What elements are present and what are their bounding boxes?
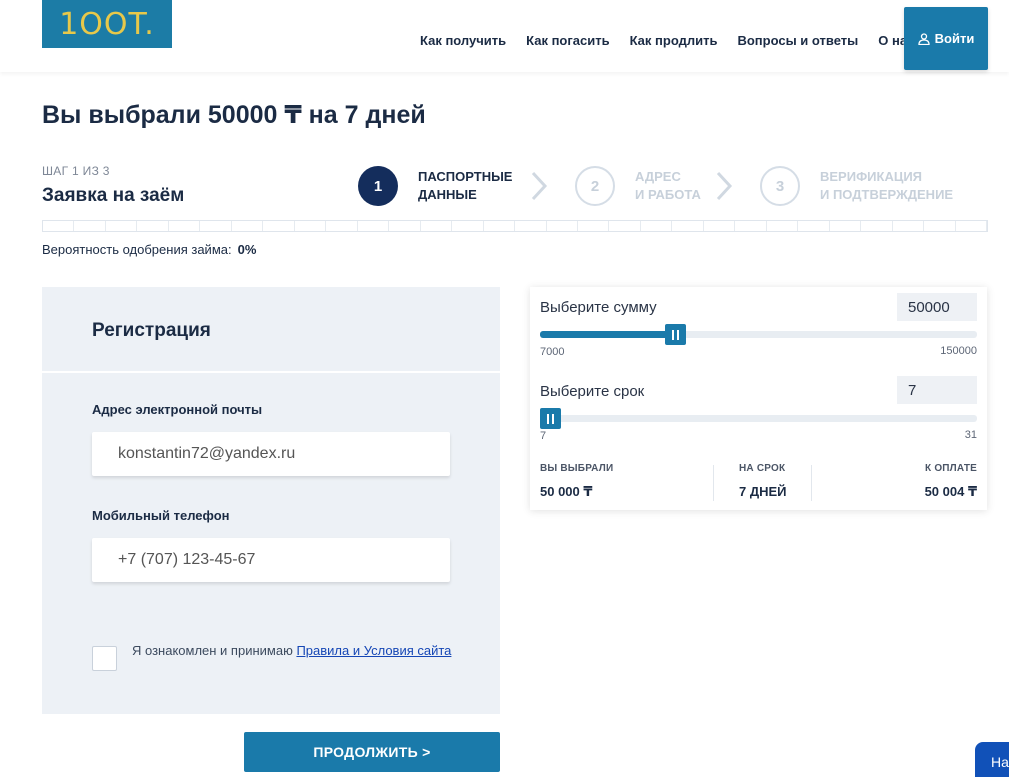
step-number: 2 [575, 166, 615, 206]
step-heading: Заявка на заём [42, 185, 185, 206]
progress-segment [956, 221, 988, 231]
approval-probability: Вероятность одобрения займа: 0% [42, 242, 256, 257]
step-number: 3 [760, 166, 800, 206]
progress-segment [389, 221, 421, 231]
approval-value: 0% [237, 242, 257, 257]
progress-segment [326, 221, 358, 231]
progress-segment [672, 221, 704, 231]
progress-segment [137, 221, 169, 231]
term-slider-handle[interactable] [540, 408, 561, 429]
progress-segment [861, 221, 893, 231]
summary-divider [713, 465, 714, 501]
user-icon [918, 32, 930, 45]
progress-segment [830, 221, 862, 231]
nav-how-to-get[interactable]: Как получить [420, 33, 506, 48]
amount-input[interactable]: 50000 [897, 293, 977, 321]
progress-segment [924, 221, 956, 231]
step-verification: 3 ВЕРИФИКАЦИЯ И ПОДТВЕРЖДЕНИЕ [760, 166, 953, 206]
nav-how-to-repay[interactable]: Как погасить [526, 33, 609, 48]
progress-segment [43, 221, 75, 231]
chat-widget-button[interactable]: На [975, 742, 1009, 777]
progress-segment [893, 221, 925, 231]
progress-segment [358, 221, 390, 231]
progress-segment [547, 221, 578, 231]
chevron-right-icon [716, 171, 733, 201]
amount-max: 150000 [940, 345, 977, 357]
terms-checkbox[interactable] [92, 646, 117, 671]
chevron-right-icon [531, 171, 548, 201]
amount-slider-handle[interactable] [664, 324, 686, 345]
summary-divider [811, 465, 812, 501]
step-counter: ШАГ 1 ИЗ 3 [42, 164, 110, 178]
progress-segment [609, 221, 641, 231]
term-max: 31 [964, 429, 977, 441]
progress-segment [735, 221, 767, 231]
amount-slider-track[interactable] [540, 331, 977, 338]
progress-segment [74, 221, 106, 231]
registration-header: Регистрация [42, 287, 500, 373]
nav-how-to-extend[interactable]: Как продлить [630, 33, 718, 48]
term-min: 7 [540, 430, 547, 442]
step-address: 2 АДРЕС И РАБОТА [575, 166, 701, 206]
logo-text: 1OOT. [59, 6, 155, 42]
main-nav: Как получить Как погасить Как продлить В… [420, 33, 914, 48]
progress-segment [232, 221, 264, 231]
progress-segment [515, 221, 547, 231]
summary-amount: ВЫ ВЫБРАЛИ 50 000 ₸ [540, 463, 614, 499]
progress-segment [641, 221, 673, 231]
terms-link[interactable]: Правила и Условия сайта [296, 643, 451, 658]
progress-segment [798, 221, 830, 231]
page-title: Вы выбрали 50000 ₸ на 7 дней [42, 101, 426, 129]
nav-faq[interactable]: Вопросы и ответы [737, 33, 858, 48]
progress-segment [106, 221, 138, 231]
step-label: ВЕРИФИКАЦИЯ И ПОДТВЕРЖДЕНИЕ [820, 169, 954, 202]
registration-title: Регистрация [92, 320, 211, 341]
progress-segment [169, 221, 201, 231]
step-passport: 1 ПАСПОРТНЫЕ ДАННЫЕ [358, 166, 512, 206]
amount-min: 7000 [540, 346, 565, 358]
phone-field[interactable] [92, 538, 450, 582]
email-field[interactable] [92, 432, 450, 476]
application-progress-bar [42, 220, 988, 232]
progress-segment [704, 221, 736, 231]
progress-segment [767, 221, 799, 231]
progress-segment [484, 221, 516, 231]
approval-label: Вероятность одобрения займа: [42, 242, 232, 257]
summary-total: К ОПЛАТЕ 50 004 ₸ [924, 463, 977, 499]
step-number: 1 [358, 166, 398, 206]
progress-segment [295, 221, 327, 231]
progress-segment [578, 221, 610, 231]
login-label: Войти [934, 31, 975, 46]
loan-calculator: Выберите сумму 50000 7000 150000 Выберит… [530, 287, 987, 510]
site-logo[interactable]: 1OOT. [42, 0, 172, 48]
registration-panel: Регистрация Адрес электронной почты Моби… [42, 287, 500, 714]
step-label: ПАСПОРТНЫЕ ДАННЫЕ [418, 169, 513, 202]
progress-segment [200, 221, 232, 231]
continue-button[interactable]: ПРОДОЛЖИТЬ > [244, 732, 500, 772]
progress-segment [452, 221, 484, 231]
summary-term: НА СРОК 7 ДНЕЙ [739, 463, 787, 499]
phone-label: Мобильный телефон [92, 508, 230, 523]
progress-segment [263, 221, 295, 231]
amount-slider-fill [540, 331, 676, 338]
amount-label: Выберите сумму [540, 299, 657, 316]
email-label: Адрес электронной почты [92, 402, 263, 417]
progress-segment [421, 221, 453, 231]
terms-text: Я ознакомлен и принимаю Правила и Услови… [132, 643, 452, 658]
login-button[interactable]: Войти [904, 7, 988, 70]
term-slider-track[interactable] [540, 415, 977, 422]
site-header: 1OOT. Как получить Как погасить Как прод… [0, 0, 1009, 72]
term-label: Выберите срок [540, 383, 645, 400]
step-label: АДРЕС И РАБОТА [635, 169, 701, 202]
term-input[interactable]: 7 [897, 376, 977, 404]
